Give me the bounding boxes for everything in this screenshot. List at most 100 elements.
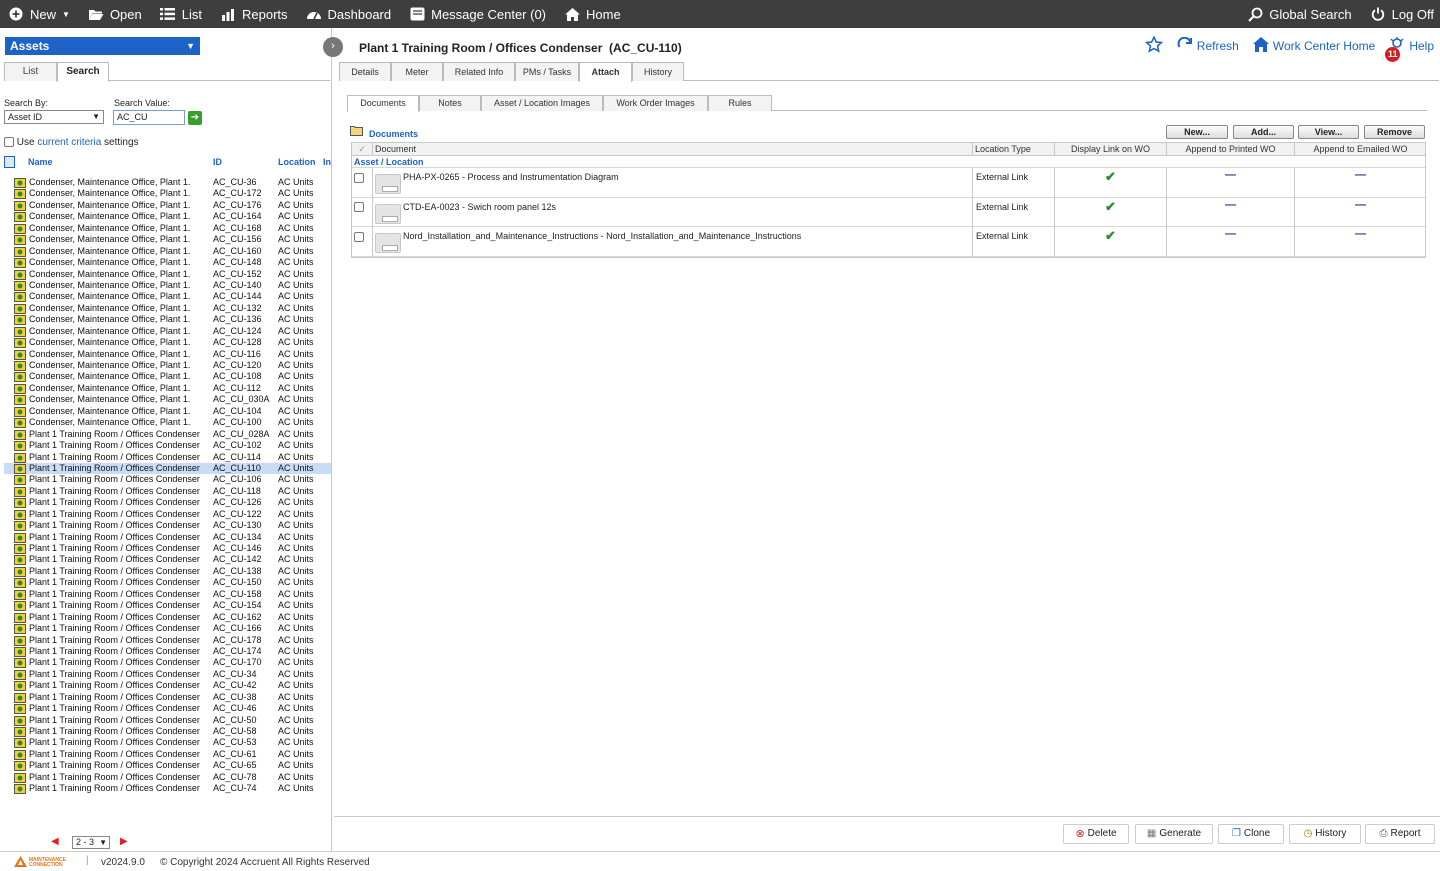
table-row[interactable]: Condenser, Maintenance Office, Plant 1. A… xyxy=(4,406,331,417)
table-row[interactable]: Plant 1 Training Room / Offices Condense… xyxy=(4,566,331,577)
dash-icon[interactable]: — xyxy=(1167,228,1294,240)
table-row[interactable]: Condenser, Maintenance Office, Plant 1. A… xyxy=(4,291,331,303)
table-row[interactable]: Plant 1 Training Room / Offices Condense… xyxy=(4,462,331,475)
table-row[interactable]: Plant 1 Training Room / Offices Condense… xyxy=(4,520,331,532)
document-name[interactable]: CTD-EA-0023 - Swich room panel 12s xyxy=(403,202,556,212)
table-row[interactable]: Plant 1 Training Room / Offices Condense… xyxy=(4,543,331,554)
table-row[interactable]: Plant 1 Training Room / Offices Condense… xyxy=(4,497,331,509)
refresh-link[interactable]: Refresh xyxy=(1177,36,1239,56)
table-row[interactable]: Condenser, Maintenance Office, Plant 1. A… xyxy=(4,280,331,291)
document-row[interactable]: Nord_Installation_and_Maintenance_Instru… xyxy=(352,227,1425,257)
table-row[interactable]: Plant 1 Training Room / Offices Condense… xyxy=(4,509,331,520)
table-row[interactable]: Plant 1 Training Room / Offices Condense… xyxy=(4,680,331,692)
report-button[interactable]: ⎙ Report xyxy=(1365,824,1435,844)
table-row[interactable]: Plant 1 Training Room / Offices Condense… xyxy=(4,486,331,497)
table-row[interactable]: Condenser, Maintenance Office, Plant 1. A… xyxy=(4,337,331,349)
tab-details[interactable]: Details xyxy=(339,62,391,81)
dash-icon[interactable]: — xyxy=(1167,199,1294,211)
dash-icon[interactable]: — xyxy=(1295,199,1426,211)
col-append-printed[interactable]: Append to Printed WO xyxy=(1166,143,1294,156)
remove-document-button[interactable]: Remove xyxy=(1364,125,1425,139)
check-all-icon[interactable]: ✓ xyxy=(352,143,372,156)
table-row[interactable]: Plant 1 Training Room / Offices Condense… xyxy=(4,703,331,715)
table-row[interactable]: Plant 1 Training Room / Offices Condense… xyxy=(4,669,331,680)
clone-button[interactable]: ❐ Clone xyxy=(1218,824,1284,844)
tab-attach[interactable]: Attach xyxy=(579,62,632,82)
col-append-emailed[interactable]: Append to Emailed WO xyxy=(1294,143,1426,156)
document-name[interactable]: PHA-PX-0265 - Process and Instrumentatio… xyxy=(403,172,619,182)
table-row[interactable]: Condenser, Maintenance Office, Plant 1. A… xyxy=(4,188,331,200)
table-row[interactable]: Plant 1 Training Room / Offices Condense… xyxy=(4,440,331,451)
table-row[interactable]: Condenser, Maintenance Office, Plant 1. A… xyxy=(4,269,331,280)
checkmark-icon[interactable]: ✔ xyxy=(1055,228,1166,244)
col-in[interactable]: In xyxy=(323,157,331,167)
table-row[interactable]: Condenser, Maintenance Office, Plant 1. A… xyxy=(4,326,331,337)
table-row[interactable]: Condenser, Maintenance Office, Plant 1. A… xyxy=(4,246,331,257)
work-center-home-link[interactable]: Work Center Home xyxy=(1252,37,1375,55)
table-row[interactable]: Condenser, Maintenance Office, Plant 1. A… xyxy=(4,360,331,371)
table-row[interactable]: Condenser, Maintenance Office, Plant 1. A… xyxy=(4,394,331,406)
dash-icon[interactable]: — xyxy=(1167,169,1294,181)
collapse-panel-button[interactable]: › xyxy=(323,37,343,57)
list-button[interactable]: List xyxy=(160,6,202,22)
subtab-notes[interactable]: Notes xyxy=(419,95,481,111)
table-row[interactable]: Plant 1 Training Room / Offices Condense… xyxy=(4,760,331,772)
delete-button[interactable]: ⊗ Delete xyxy=(1063,824,1129,844)
document-row[interactable]: PHA-PX-0265 - Process and Instrumentatio… xyxy=(352,168,1425,198)
favorite-star-icon[interactable] xyxy=(1144,35,1164,56)
open-button[interactable]: Open xyxy=(88,6,142,22)
home-button[interactable]: Home xyxy=(564,6,621,22)
table-row[interactable]: Plant 1 Training Room / Offices Condense… xyxy=(4,726,331,737)
table-row[interactable]: Plant 1 Training Room / Offices Condense… xyxy=(4,600,331,612)
table-row[interactable]: Condenser, Maintenance Office, Plant 1. A… xyxy=(4,371,331,383)
history-button[interactable]: ◷ History xyxy=(1289,824,1361,844)
table-row[interactable]: Condenser, Maintenance Office, Plant 1. A… xyxy=(4,314,331,326)
reports-button[interactable]: Reports xyxy=(220,6,288,22)
generate-button[interactable]: ▦ Generate xyxy=(1135,824,1213,844)
col-location-type[interactable]: Location Type xyxy=(972,143,1054,156)
table-row[interactable]: Condenser, Maintenance Office, Plant 1. A… xyxy=(4,234,331,246)
table-row[interactable]: Condenser, Maintenance Office, Plant 1. A… xyxy=(4,177,331,188)
col-display-link[interactable]: Display Link on WO xyxy=(1054,143,1166,156)
table-row[interactable]: Condenser, Maintenance Office, Plant 1. A… xyxy=(4,200,331,211)
col-document[interactable]: Document xyxy=(372,143,972,156)
table-row[interactable]: Condenser, Maintenance Office, Plant 1. A… xyxy=(4,211,331,223)
table-row[interactable]: Plant 1 Training Room / Offices Condense… xyxy=(4,737,331,749)
table-row[interactable]: Plant 1 Training Room / Offices Condense… xyxy=(4,623,331,634)
tab-pms-tasks[interactable]: PMs / Tasks xyxy=(515,62,579,81)
col-id[interactable]: ID xyxy=(213,157,222,167)
view-document-button[interactable]: View... xyxy=(1298,125,1359,139)
table-row[interactable]: Plant 1 Training Room / Offices Condense… xyxy=(4,554,331,566)
next-page-icon[interactable]: ▶ xyxy=(120,836,128,847)
search-value-input[interactable]: AC_CU xyxy=(113,110,185,125)
prev-page-icon[interactable]: ◀ xyxy=(51,836,59,847)
table-row[interactable]: Condenser, Maintenance Office, Plant 1. A… xyxy=(4,383,331,394)
table-row[interactable]: Plant 1 Training Room / Offices Condense… xyxy=(4,474,331,486)
log-off-button[interactable]: Log Off xyxy=(1370,6,1434,22)
tab-search[interactable]: Search xyxy=(57,62,109,82)
table-row[interactable]: Plant 1 Training Room / Offices Condense… xyxy=(4,532,331,543)
tab-list[interactable]: List xyxy=(4,62,57,81)
table-row[interactable]: Plant 1 Training Room / Offices Condense… xyxy=(4,749,331,760)
tab-related-info[interactable]: Related Info xyxy=(443,62,515,81)
help-link[interactable]: 11 Help xyxy=(1385,36,1434,62)
message-center-button[interactable]: Message Center (0) xyxy=(409,6,546,22)
table-row[interactable]: Condenser, Maintenance Office, Plant 1. A… xyxy=(4,349,331,360)
tab-meter[interactable]: Meter xyxy=(391,62,443,81)
document-name[interactable]: Nord_Installation_and_Maintenance_Instru… xyxy=(403,231,801,241)
table-row[interactable]: Plant 1 Training Room / Offices Condense… xyxy=(4,589,331,600)
select-all-icon[interactable] xyxy=(4,156,15,170)
new-menu-button[interactable]: New ▼ xyxy=(8,6,70,22)
table-row[interactable]: Condenser, Maintenance Office, Plant 1. A… xyxy=(4,257,331,268)
add-document-button[interactable]: Add... xyxy=(1233,125,1294,139)
go-arrow-icon[interactable]: ➔ xyxy=(188,111,202,125)
global-search-button[interactable]: Global Search xyxy=(1247,6,1352,22)
table-row[interactable]: Plant 1 Training Room / Offices Condense… xyxy=(4,577,331,589)
search-by-select[interactable]: Asset ID ▼ xyxy=(4,110,104,124)
table-row[interactable]: Plant 1 Training Room / Offices Condense… xyxy=(4,772,331,783)
table-row[interactable]: Plant 1 Training Room / Offices Condense… xyxy=(4,646,331,657)
subtab-documents[interactable]: Documents xyxy=(347,95,419,112)
document-row[interactable]: CTD-EA-0023 - Swich room panel 12s Extern… xyxy=(352,197,1426,227)
subtab-asset-location-images[interactable]: Asset / Location Images xyxy=(481,95,603,111)
col-location[interactable]: Location xyxy=(278,157,316,167)
